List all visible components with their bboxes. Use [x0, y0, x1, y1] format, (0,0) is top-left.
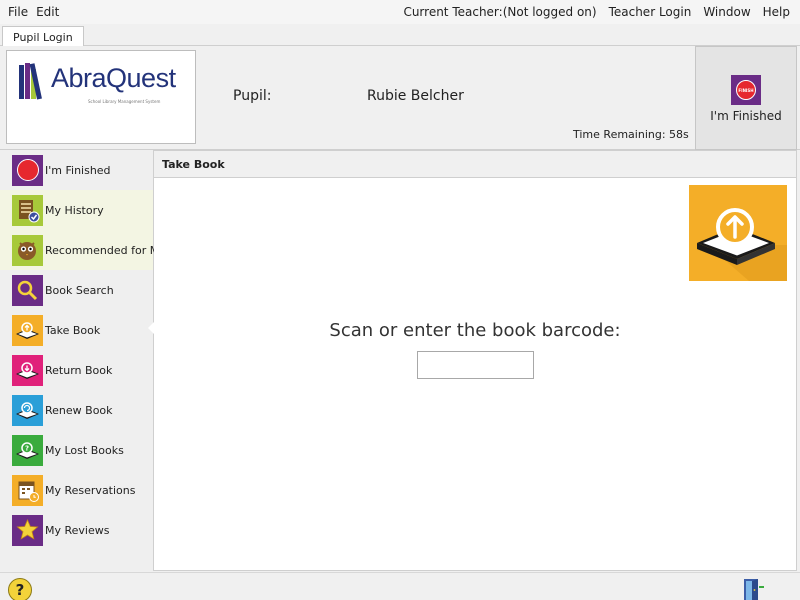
barcode-prompt: Scan or enter the book barcode:: [329, 320, 621, 341]
status-bar: ?: [0, 572, 800, 600]
barcode-input[interactable]: [417, 351, 534, 379]
recommended-icon: [12, 234, 43, 266]
sidebar-item-book-search[interactable]: Book Search: [0, 270, 153, 310]
reservations-icon: [12, 474, 43, 506]
sidebar-item-label: My History: [45, 203, 104, 217]
finish-icon: [12, 154, 43, 186]
sidebar-item-label: My Reservations: [45, 483, 136, 497]
sidebar-item-history[interactable]: My History: [0, 190, 153, 230]
take-book-icon: [12, 314, 43, 346]
logo-name: AbraQuest: [51, 63, 176, 93]
menu-file[interactable]: File: [4, 5, 32, 19]
tab-strip: Pupil Login: [0, 24, 800, 47]
sidebar-item-renew-book[interactable]: Renew Book: [0, 390, 153, 430]
sidebar-item-reviews[interactable]: My Reviews: [0, 510, 153, 550]
menu-window[interactable]: Window: [699, 5, 754, 19]
reviews-icon: [12, 514, 43, 546]
return-book-icon: [12, 354, 43, 386]
sidebar: I'm Finished My History Recommended for …: [0, 150, 166, 571]
logo: AbraQuest School Library Management Syst…: [6, 50, 196, 144]
page-title: Take Book: [154, 151, 796, 178]
menu-edit[interactable]: Edit: [32, 5, 63, 19]
sidebar-item-label: Take Book: [45, 323, 101, 337]
finish-button[interactable]: FINISH I'm Finished: [695, 46, 797, 150]
help-icon[interactable]: ?: [8, 578, 32, 600]
menu-bar: File Edit Current Teacher:(Not logged on…: [0, 0, 800, 24]
header: AbraQuest School Library Management Syst…: [0, 46, 800, 150]
current-teacher-status: Current Teacher:(Not logged on): [403, 5, 597, 19]
pupil-label: Pupil:: [233, 88, 272, 104]
sidebar-item-label: My Reviews: [45, 523, 110, 537]
sidebar-item-recommended[interactable]: Recommended for Me: [0, 230, 166, 270]
lost-books-icon: ?: [12, 434, 43, 466]
sidebar-item-take-book[interactable]: Take Book: [0, 310, 153, 350]
logo-bars-icon: [19, 63, 49, 100]
sidebar-item-reservations[interactable]: My Reservations: [0, 470, 153, 510]
tab-pupil-login[interactable]: Pupil Login: [2, 26, 84, 47]
take-book-icon: [689, 185, 787, 281]
finish-badge: FINISH: [736, 80, 756, 100]
logo-subtitle: School Library Management System: [88, 99, 161, 104]
sidebar-item-label: Recommended for Me: [45, 243, 166, 257]
sidebar-item-label: Renew Book: [45, 403, 113, 417]
teacher-login-link[interactable]: Teacher Login: [605, 5, 696, 19]
sidebar-item-return-book[interactable]: Return Book: [0, 350, 153, 390]
sidebar-item-label: Book Search: [45, 283, 114, 297]
finish-icon: FINISH: [731, 75, 761, 105]
history-icon: [12, 194, 43, 226]
pupil-name: Rubie Belcher: [367, 88, 464, 104]
sidebar-item-label: Return Book: [45, 363, 113, 377]
menu-help[interactable]: Help: [759, 5, 794, 19]
time-remaining: Time Remaining: 58s: [573, 128, 689, 141]
main-panel: Take Book Scan or enter the book barcode…: [154, 150, 797, 571]
sidebar-item-label: I'm Finished: [45, 163, 111, 177]
sidebar-item-lost-books[interactable]: ? My Lost Books: [0, 430, 153, 470]
search-icon: [12, 274, 43, 306]
exit-door-icon[interactable]: [741, 578, 767, 600]
svg-text:?: ?: [25, 444, 29, 452]
sidebar-item-finished[interactable]: I'm Finished: [0, 150, 153, 190]
renew-book-icon: [12, 394, 43, 426]
finish-button-label: I'm Finished: [710, 109, 782, 123]
sidebar-item-label: My Lost Books: [45, 443, 124, 457]
